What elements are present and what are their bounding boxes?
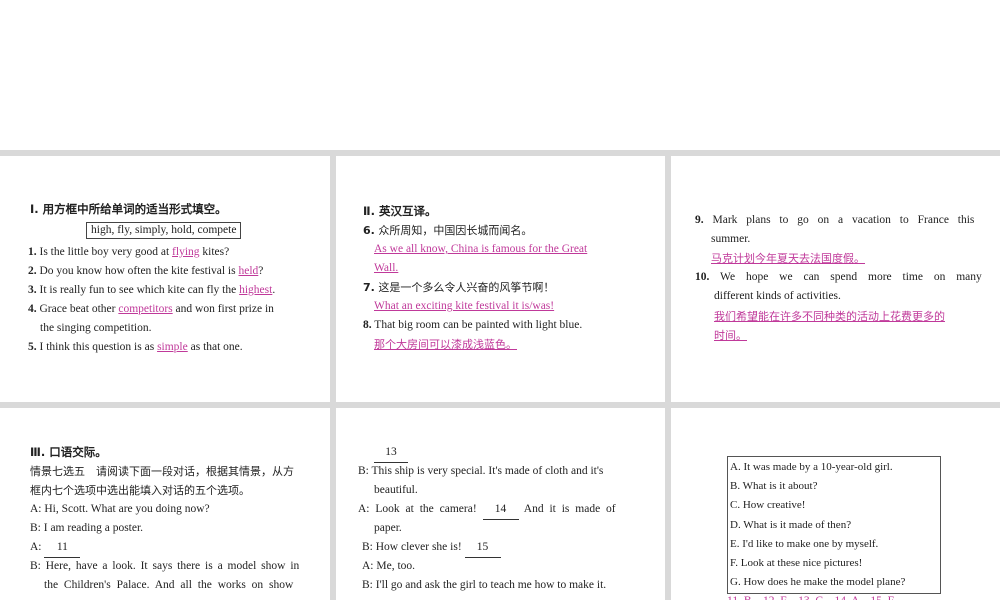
answer-2: held	[238, 265, 259, 277]
section-3-panel: 9. Mark plans to go on a vacation to Fra…	[671, 156, 1000, 402]
answer-10-line-2: 时间。	[714, 329, 747, 342]
dialogue-line-2: B: I am reading a poster.	[30, 522, 144, 534]
section-5-panel: 13 B: This ship is very special. It's ma…	[336, 408, 665, 600]
option-e: E. I'd like to make one by myself.	[730, 537, 879, 550]
answer-4: competitors	[118, 303, 173, 315]
answer-6-line-2: Wall.	[374, 262, 399, 274]
question-6: 6. 众所周知，中国因长城而闻名。	[363, 224, 533, 237]
dialogue-line-5: the Children's Palace. And all the works…	[44, 579, 294, 591]
section-6-panel: A. It was made by a 10-year-old girl. B.…	[671, 408, 1000, 600]
question-3: 3. It is really fun to see which kite ca…	[28, 284, 276, 296]
section-2-title: Ⅱ. 英汉互译。	[363, 204, 437, 218]
dialogue-line-4: B: Here, have a look. It says there is a…	[30, 560, 300, 572]
top-blank-area	[0, 0, 1000, 150]
dialogue-line-6: B: This ship is very special. It's made …	[358, 465, 604, 477]
question-2: 2. Do you know how often the kite festiv…	[28, 265, 264, 277]
answer-7: What an exciting kite festival it is/was…	[374, 300, 555, 312]
blank-15[interactable]: 15	[464, 538, 501, 558]
blank-13[interactable]: 13	[374, 443, 408, 463]
answer-3: highest	[239, 284, 273, 296]
question-4: 4. Grace beat other competitors and won …	[28, 303, 274, 315]
dialogue-line-12: B: I'll go and ask the girl to teach me …	[362, 579, 607, 591]
answer-10-line-1: 我们希望能在许多不同种类的活动上花费更多的	[714, 310, 945, 323]
question-8: 8. That big room can be painted with lig…	[363, 319, 583, 331]
option-c: C. How creative!	[730, 499, 806, 512]
answer-9: 马克计划今年夏天去法国度假。	[711, 252, 865, 265]
option-d: D. What is it made of then?	[730, 518, 852, 531]
question-9: 9. Mark plans to go on a vacation to Fra…	[695, 214, 975, 226]
answer-8: 那个大房间可以漆成浅蓝色。	[374, 338, 517, 351]
question-9-continued: summer.	[711, 233, 751, 245]
option-b: B. What is it about?	[730, 480, 818, 493]
instructions-line-1: 情景七选五 请阅读下面一段对话，根据其情景，从方	[30, 465, 294, 478]
blank-14[interactable]: 14	[482, 500, 519, 520]
section-3-title: Ⅲ. 口语交际。	[30, 445, 107, 459]
question-5: 5. I think this question is as simple as…	[28, 341, 243, 353]
option-f: F. Look at these nice pictures!	[730, 557, 863, 570]
question-7: 7. 这是一个多么令人兴奋的风筝节啊！	[363, 281, 555, 294]
question-10-continued: different kinds of activities.	[714, 290, 841, 302]
instructions-line-2: 框内七个选项中选出能填入对话的五个选项。	[30, 484, 250, 497]
section-1-panel: Ⅰ. 用方框中所给单词的适当形式填空。 high, fly, simply, h…	[0, 156, 330, 402]
options-box: A. It was made by a 10-year-old girl. B.…	[727, 456, 941, 595]
question-1: 1. Is the little boy very good at flying…	[28, 246, 230, 258]
dialogue-line-1: A: Hi, Scott. What are you doing now?	[30, 503, 210, 515]
word-box: high, fly, simply, hold, compete	[86, 222, 242, 239]
answer-1: flying	[172, 246, 200, 258]
dialogue-line-10: B: How clever she is! 15	[362, 538, 501, 558]
option-g: G. How does he make the model plane?	[730, 576, 906, 589]
dialogue-line-11: A: Me, too.	[362, 560, 416, 572]
section-4-panel: Ⅲ. 口语交际。 情景七选五 请阅读下面一段对话，根据其情景，从方 框内七个选项…	[0, 408, 330, 600]
answer-5: simple	[157, 341, 188, 353]
dialogue-line-7: beautiful.	[374, 484, 418, 496]
dialogue-line-3: A: 11	[30, 538, 81, 558]
question-4-continued: the singing competition.	[40, 322, 152, 334]
section-1-title: Ⅰ. 用方框中所给单词的适当形式填空。	[30, 202, 227, 216]
dialogue-line-9: paper.	[374, 522, 402, 534]
blank-11[interactable]: 11	[44, 538, 81, 558]
answer-6-line-1: As we all know, China is famous for the …	[374, 243, 588, 255]
section-2-panel: Ⅱ. 英汉互译。 6. 众所周知，中国因长城而闻名。 As we all kno…	[336, 156, 665, 402]
answer-key: 11. B 12. F 13. C 14. A 15. E	[727, 592, 895, 600]
dialogue-line-8: A: Look at the camera! 14 And it is made…	[358, 500, 616, 520]
question-10: 10. We hope we can spend more time on ma…	[695, 271, 982, 283]
dialogue-blank-13-line: 13	[374, 443, 408, 463]
option-a: A. It was made by a 10-year-old girl.	[730, 461, 893, 473]
